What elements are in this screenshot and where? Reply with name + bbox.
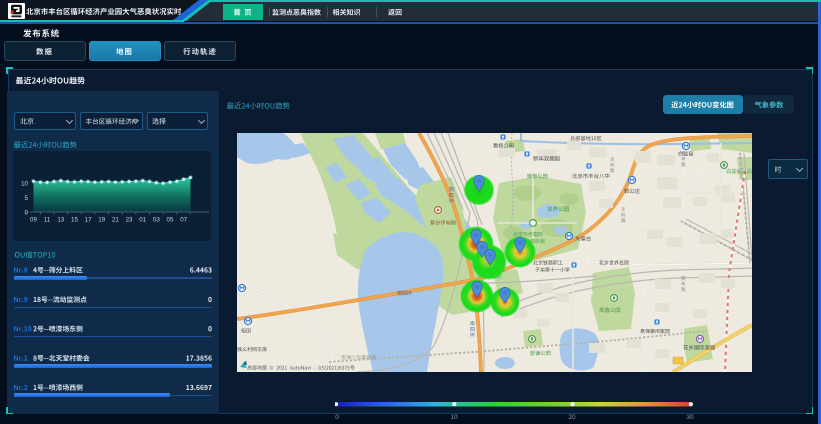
svg-text:11: 11 <box>44 217 51 224</box>
svg-text:17: 17 <box>85 217 92 224</box>
svg-text:10: 10 <box>450 414 458 421</box>
svg-text:30: 30 <box>686 414 694 421</box>
svg-text:10: 10 <box>21 180 28 187</box>
svg-text:19: 19 <box>98 217 105 224</box>
svg-text:13: 13 <box>57 217 64 224</box>
svg-text:5: 5 <box>25 195 29 202</box>
svg-text:0: 0 <box>335 414 339 421</box>
svg-text:07: 07 <box>180 217 187 224</box>
svg-text:21: 21 <box>112 217 119 224</box>
svg-text:15: 15 <box>71 217 78 224</box>
svg-text:03: 03 <box>153 217 160 224</box>
svg-text:23: 23 <box>126 217 133 224</box>
svg-text:0: 0 <box>25 209 29 216</box>
svg-text:09: 09 <box>30 217 37 224</box>
svg-text:05: 05 <box>167 217 174 224</box>
svg-text:20: 20 <box>568 414 576 421</box>
svg-text:01: 01 <box>139 217 146 224</box>
